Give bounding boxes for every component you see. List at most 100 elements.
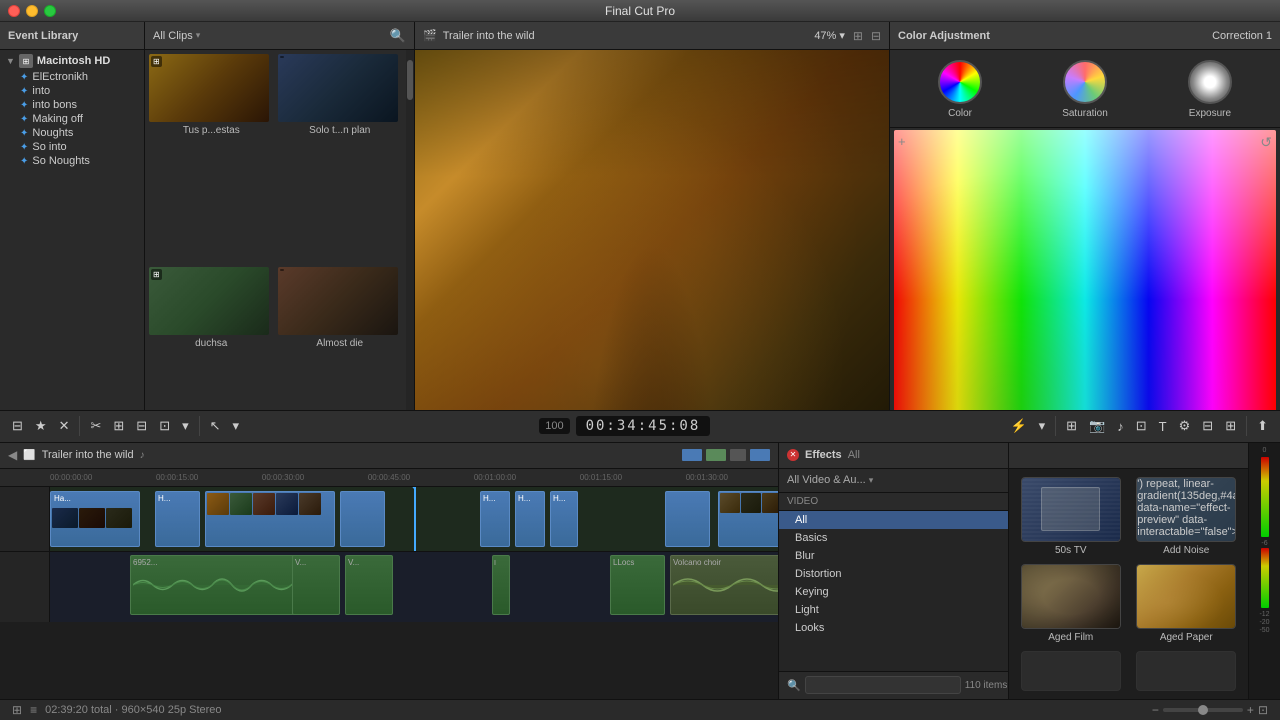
effects-category-blur[interactable]: Blur [779, 547, 1008, 565]
scrollbar-thumb[interactable] [407, 60, 413, 100]
transform-button[interactable]: ⊟ [1198, 416, 1217, 436]
bottom-section: ⊟ ★ ✕ ✂ ⊞ ⊟ ⊡ ▾ ↖ ▾ 100 00:34:45:08 ⚡ ▾ … [0, 410, 1280, 720]
clip-thumbnails [206, 492, 334, 546]
zoom-out-button[interactable]: − [1152, 703, 1159, 717]
trim-button[interactable]: ✂ [86, 416, 105, 436]
viewer-options-button[interactable]: ⊟ [871, 29, 881, 43]
timeline-tracks: Ha... H... [0, 487, 778, 699]
clip-block[interactable]: H... [515, 491, 545, 547]
timeline-back-button[interactable]: ◀ [8, 448, 17, 462]
undo-button[interactable]: ↺ [1260, 134, 1272, 151]
overwrite-button[interactable]: ▾ [178, 416, 193, 436]
titles-button[interactable]: T [1155, 417, 1171, 436]
effects-category-all[interactable]: All [779, 511, 1008, 529]
effect-thumb-aged-film[interactable]: Aged Film [1017, 564, 1125, 643]
library-name: Macintosh HD [37, 55, 110, 67]
clip-block[interactable] [340, 491, 385, 547]
blade-tool[interactable]: ⚡ [1006, 416, 1030, 436]
sidebar-item-into[interactable]: ✦ into [0, 84, 144, 98]
insert-button[interactable]: ⊟ [132, 416, 151, 436]
blade-dropdown[interactable]: ▾ [1035, 416, 1050, 436]
clip-block[interactable] [718, 491, 778, 547]
sidebar-item-so-into[interactable]: ✦ So into [0, 140, 144, 154]
timeline-list-button[interactable]: ≡ [30, 703, 37, 717]
close-button[interactable] [8, 5, 20, 17]
send-to-back-button[interactable]: ⊟ [8, 416, 27, 436]
audio-block[interactable]: LLocs [610, 555, 665, 615]
plus-button[interactable]: + [898, 134, 906, 149]
effect-preview [1022, 478, 1120, 541]
zoom-in-button[interactable]: + [1247, 703, 1254, 717]
timeline-view-button[interactable]: ⊞ [12, 703, 22, 717]
clip-item[interactable]: Solo t...n plan [278, 54, 403, 263]
sidebar-item-so-noughts[interactable]: ✦ So Noughts [0, 154, 144, 168]
clip-block[interactable] [665, 491, 710, 547]
effects-category-keying[interactable]: Keying [779, 583, 1008, 601]
clip-item[interactable]: ⊞ Tus p...estas [149, 54, 274, 263]
effects-category-light[interactable]: Light [779, 601, 1008, 619]
connect-button[interactable]: ⊞ [109, 416, 128, 436]
effects-button[interactable]: ⊡ [1132, 416, 1151, 436]
skimmer-button[interactable] [730, 449, 746, 461]
effect-thumb-add-noise[interactable]: ') repeat, linear-gradient(135deg,#4a5a6… [1133, 477, 1241, 556]
effect-thumb-50s-tv[interactable]: 50s TV [1017, 477, 1125, 556]
effects-close-icon[interactable]: ✕ [787, 449, 799, 461]
effects-category-distortion[interactable]: Distortion [779, 565, 1008, 583]
generators-button[interactable]: ⚙ [1175, 416, 1195, 436]
color-panel-header: Color Adjustment Correction 1 [890, 22, 1280, 50]
color-tool-saturation[interactable]: Saturation [1062, 60, 1108, 119]
share-button[interactable]: ⬆ [1253, 416, 1272, 436]
effects-category-basics[interactable]: Basics [779, 529, 1008, 547]
audio-block[interactable]: V... [345, 555, 393, 615]
clip-block[interactable] [205, 491, 335, 547]
select-dropdown[interactable]: ▾ [229, 416, 244, 436]
traffic-lights[interactable] [8, 5, 56, 17]
dropdown-arrow-icon[interactable]: ▾ [196, 30, 201, 41]
sidebar-item-into-bons[interactable]: ✦ into bons [0, 98, 144, 112]
clip-block[interactable]: H... [550, 491, 578, 547]
effect-thumbnail: ') repeat, linear-gradient(135deg,#4a5a6… [1136, 477, 1236, 542]
saturation-tool-label: Saturation [1062, 108, 1108, 119]
hd-icon: ⊞ [19, 54, 33, 68]
color-tool-color[interactable]: Color [938, 60, 982, 119]
timecode-pct: 100 [539, 418, 569, 434]
favorite-button[interactable]: ★ [31, 416, 51, 436]
reject-button[interactable]: ✕ [55, 416, 74, 436]
zoom-slider[interactable] [1163, 708, 1243, 712]
append-button[interactable]: ⊡ [155, 416, 174, 436]
select-tool[interactable]: ↖ [206, 416, 225, 436]
effects-category-looks[interactable]: Looks [779, 619, 1008, 637]
color-tool-exposure[interactable]: Exposure [1188, 60, 1232, 119]
effects-filter[interactable]: All Video & Au... ▾ [779, 469, 1008, 493]
mini-thumb [79, 508, 105, 528]
audio-block[interactable]: I [492, 555, 510, 615]
search-button[interactable]: 🔍 [390, 28, 406, 44]
effect-thumb-extra2[interactable] [1133, 651, 1241, 691]
clip-block[interactable]: H... [155, 491, 200, 547]
clip-block[interactable]: H... [480, 491, 510, 547]
music-button[interactable]: ♪ [1113, 417, 1128, 436]
sidebar-item-making-off[interactable]: ✦ Making off [0, 112, 144, 126]
star-icon: ✦ [20, 100, 28, 111]
clip-block[interactable]: Ha... [50, 491, 140, 547]
audio-block[interactable]: V... [292, 555, 340, 615]
photo-button[interactable]: 📷 [1085, 416, 1109, 436]
keying-button[interactable]: ⊞ [1221, 416, 1240, 436]
ruler-mark: 00:00:00:00 [50, 473, 92, 482]
zoom-thumb[interactable] [1198, 705, 1208, 715]
maximize-button[interactable] [44, 5, 56, 17]
sidebar-item-electronikh[interactable]: ✦ ElEctronikh [0, 70, 144, 84]
viewer-layout-button[interactable]: ⊞ [853, 29, 863, 43]
snap-button[interactable] [750, 449, 770, 461]
fit-timeline-button[interactable]: ⊡ [1258, 703, 1268, 717]
minimize-button[interactable] [26, 5, 38, 17]
clip-thumbnails [51, 507, 139, 529]
effect-thumb-aged-paper[interactable]: Aged Paper [1133, 564, 1241, 643]
effects-search-input[interactable] [805, 676, 961, 694]
effect-thumb-extra1[interactable] [1017, 651, 1125, 691]
clip-appearance[interactable]: ⊞ [1062, 416, 1081, 436]
audio-block[interactable]: Volcano choir [670, 555, 778, 615]
zoom-value: 47% [814, 30, 836, 42]
sidebar-item-noughts[interactable]: ✦ Noughts [0, 126, 144, 140]
macintosh-hd-header[interactable]: ▼ ⊞ Macintosh HD [0, 52, 144, 70]
